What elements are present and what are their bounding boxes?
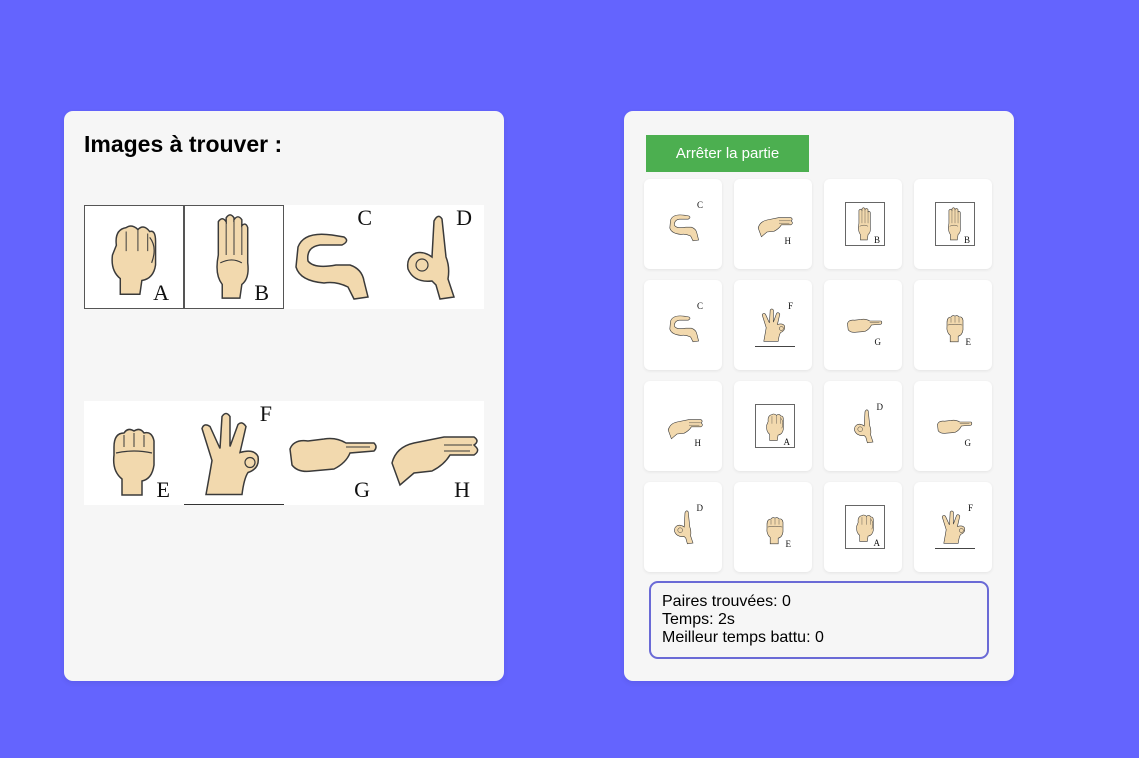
card-letter: G bbox=[874, 337, 882, 347]
memory-card[interactable]: B bbox=[824, 179, 902, 269]
sign-image-b: B bbox=[184, 205, 284, 309]
card-sign-image: E bbox=[755, 505, 795, 549]
sign-letter: D bbox=[456, 205, 472, 230]
time-text: Temps: 2s bbox=[662, 611, 735, 628]
memory-card[interactable]: D bbox=[824, 381, 902, 471]
game-panel: Arrêter la partie C H B B C F G E H A D G… bbox=[624, 111, 1014, 681]
reference-row: E F G H bbox=[84, 401, 484, 507]
memory-card[interactable]: A bbox=[824, 482, 902, 572]
panel-title: Images à trouver : bbox=[84, 131, 283, 157]
sign-letter: A bbox=[153, 280, 169, 305]
card-sign-image: D bbox=[845, 402, 885, 448]
memory-card[interactable]: B bbox=[914, 179, 992, 269]
card-sign-image: A bbox=[755, 404, 795, 448]
card-letter: C bbox=[696, 301, 703, 311]
memory-card-grid: C H B B C F G E H A D G D E A F bbox=[644, 179, 996, 572]
memory-card[interactable]: D bbox=[644, 482, 722, 572]
card-sign-image: H bbox=[755, 202, 795, 246]
stats-box: Paires trouvées: 0 Temps: 2s Meilleur te… bbox=[649, 581, 989, 659]
pairs-found-text: Paires trouvées: 0 bbox=[662, 593, 791, 610]
stop-game-button[interactable]: Arrêter la partie bbox=[646, 135, 809, 172]
sign-image-h: H bbox=[384, 401, 484, 505]
card-sign-image: H bbox=[665, 404, 705, 448]
card-letter: E bbox=[785, 539, 792, 549]
memory-card[interactable]: C bbox=[644, 179, 722, 269]
sign-image-a: A bbox=[84, 205, 184, 309]
memory-card[interactable]: G bbox=[914, 381, 992, 471]
sign-letter: B bbox=[254, 280, 269, 305]
card-sign-image: B bbox=[935, 202, 975, 246]
sign-letter: C bbox=[357, 205, 372, 230]
card-letter: B bbox=[873, 235, 880, 245]
sign-image-c: C bbox=[284, 205, 384, 309]
card-letter: F bbox=[787, 301, 793, 311]
memory-card[interactable]: H bbox=[644, 381, 722, 471]
memory-card[interactable]: G bbox=[824, 280, 902, 370]
memory-card[interactable]: E bbox=[734, 482, 812, 572]
memory-card[interactable]: F bbox=[914, 482, 992, 572]
card-sign-image: F bbox=[935, 503, 975, 549]
best-time-beaten-text: Meilleur temps battu: 0 bbox=[662, 629, 824, 646]
sign-image-g: G bbox=[284, 401, 384, 505]
card-letter: A bbox=[783, 437, 791, 447]
card-sign-image: C bbox=[665, 200, 705, 246]
card-sign-image: E bbox=[935, 303, 975, 347]
sign-letter: G bbox=[354, 477, 370, 502]
memory-card[interactable]: A bbox=[734, 381, 812, 471]
card-letter: B bbox=[963, 235, 970, 245]
sign-letter: H bbox=[454, 477, 470, 502]
card-sign-image: A bbox=[845, 505, 885, 549]
sign-image-f: F bbox=[184, 401, 284, 505]
card-letter: F bbox=[967, 503, 973, 513]
card-sign-image: G bbox=[845, 303, 885, 347]
card-letter: C bbox=[696, 200, 703, 210]
card-sign-image: C bbox=[665, 301, 705, 347]
card-sign-image: G bbox=[935, 404, 975, 448]
card-letter: D bbox=[876, 402, 884, 412]
card-letter: E bbox=[965, 337, 972, 347]
card-letter: H bbox=[694, 438, 702, 448]
card-letter: A bbox=[873, 538, 881, 548]
memory-card[interactable]: C bbox=[644, 280, 722, 370]
reference-row: A B C D bbox=[84, 205, 484, 311]
card-sign-image: D bbox=[665, 503, 705, 549]
reference-grid: A B C D E F G H bbox=[84, 205, 484, 507]
memory-card[interactable]: F bbox=[734, 280, 812, 370]
memory-card[interactable]: H bbox=[734, 179, 812, 269]
card-letter: H bbox=[784, 236, 792, 246]
sign-letter: F bbox=[259, 401, 272, 426]
sign-image-e: E bbox=[84, 401, 184, 505]
reference-panel: Images à trouver : A B C D E F G H bbox=[64, 111, 504, 681]
card-letter: G bbox=[964, 438, 972, 448]
card-sign-image: B bbox=[845, 202, 885, 246]
sign-image-d: D bbox=[384, 205, 484, 309]
sign-letter: E bbox=[156, 477, 170, 502]
card-sign-image: F bbox=[755, 301, 795, 347]
card-letter: D bbox=[696, 503, 704, 513]
memory-card[interactable]: E bbox=[914, 280, 992, 370]
